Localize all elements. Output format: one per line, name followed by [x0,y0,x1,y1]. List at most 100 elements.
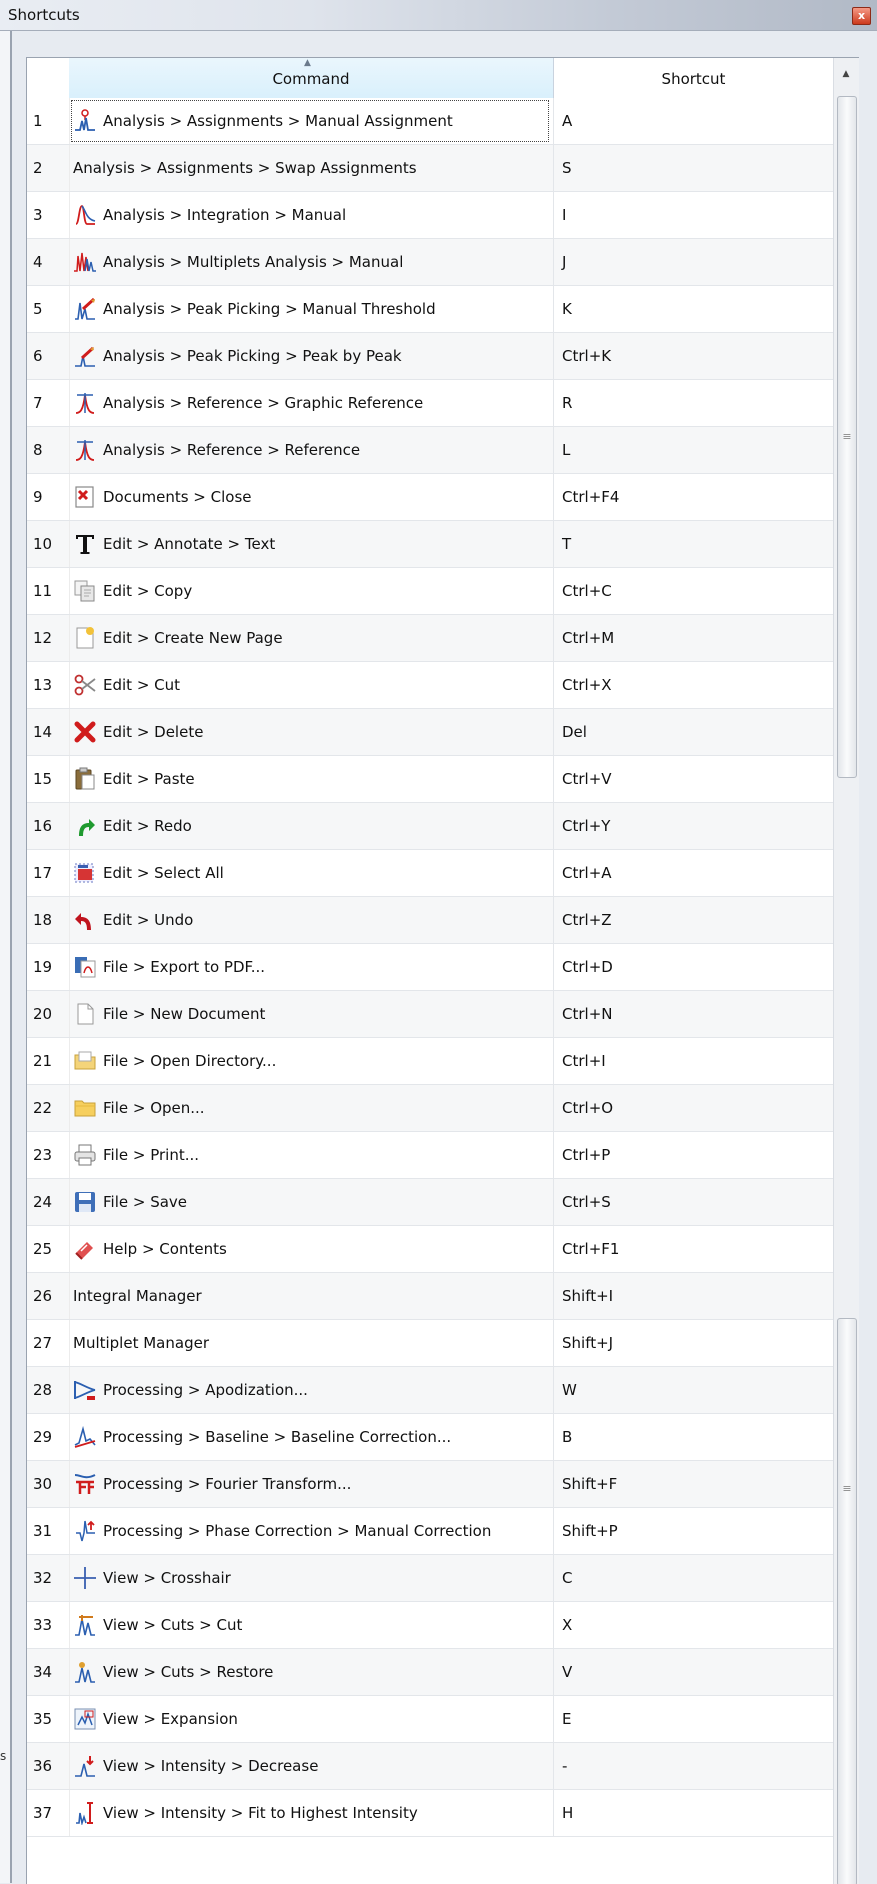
command-cell[interactable]: Processing > Baseline > Baseline Correct… [69,1414,554,1460]
command-cell[interactable]: Edit > Paste [69,756,554,802]
table-row[interactable]: 3 Analysis > Integration > Manual I [27,192,833,239]
command-cell[interactable]: Edit > Copy [69,568,554,614]
command-cell[interactable]: View > Expansion [69,1696,554,1742]
shortcut-cell[interactable]: Ctrl+X [554,662,833,708]
shortcut-cell[interactable]: Ctrl+S [554,1179,833,1225]
shortcut-cell[interactable]: Shift+P [554,1508,833,1554]
shortcut-cell[interactable]: L [554,427,833,473]
table-row[interactable]: 24 File > Save Ctrl+S [27,1179,833,1226]
shortcut-cell[interactable]: H [554,1790,833,1836]
command-column-header[interactable]: ▲ Command [69,58,554,98]
shortcut-cell[interactable]: - [554,1743,833,1789]
table-row[interactable]: 7 Analysis > Reference > Graphic Referenc… [27,380,833,427]
shortcut-cell[interactable]: I [554,192,833,238]
command-cell[interactable]: File > Export to PDF... [69,944,554,990]
table-row[interactable]: 12 Edit > Create New Page Ctrl+M [27,615,833,662]
command-cell[interactable]: Edit > Annotate > Text [69,521,554,567]
command-cell[interactable]: Edit > Cut [69,662,554,708]
shortcut-cell[interactable]: Ctrl+C [554,568,833,614]
shortcut-cell[interactable]: E [554,1696,833,1742]
table-row[interactable]: 18 Edit > Undo Ctrl+Z [27,897,833,944]
command-cell[interactable]: View > Cuts > Restore [69,1649,554,1695]
command-cell[interactable]: Analysis > Assignments > Manual Assignme… [69,98,554,144]
command-cell[interactable]: Edit > Delete [69,709,554,755]
command-cell[interactable]: View > Cuts > Cut [69,1602,554,1648]
shortcut-cell[interactable]: R [554,380,833,426]
table-row[interactable]: 21 File > Open Directory... Ctrl+I [27,1038,833,1085]
table-row[interactable]: 22 File > Open... Ctrl+O [27,1085,833,1132]
command-cell[interactable]: Integral Manager [69,1273,554,1319]
table-row[interactable]: 37 View > Intensity > Fit to Highest Inte… [27,1790,833,1837]
table-row[interactable]: 14 Edit > Delete Del [27,709,833,756]
command-cell[interactable]: Analysis > Assignments > Swap Assignment… [69,145,554,191]
command-cell[interactable]: Analysis > Integration > Manual [69,192,554,238]
row-number-header[interactable] [27,58,70,98]
shortcut-cell[interactable]: Ctrl+O [554,1085,833,1131]
table-row[interactable]: 31 Processing > Phase Correction > Manual… [27,1508,833,1555]
shortcut-cell[interactable]: V [554,1649,833,1695]
command-cell[interactable]: File > Open... [69,1085,554,1131]
table-row[interactable]: 36 View > Intensity > Decrease - [27,1743,833,1790]
shortcut-cell[interactable]: Ctrl+Y [554,803,833,849]
command-cell[interactable]: Processing > Phase Correction > Manual C… [69,1508,554,1554]
scroll-up-arrow-icon[interactable]: ▲ [838,66,854,82]
table-row[interactable]: 30 Processing > Fourier Transform... Shift… [27,1461,833,1508]
table-row[interactable]: 16 Edit > Redo Ctrl+Y [27,803,833,850]
shortcut-cell[interactable]: Ctrl+I [554,1038,833,1084]
scrollbar-thumb[interactable]: ≡ [837,96,857,778]
table-row[interactable]: 26 Integral Manager Shift+I [27,1273,833,1320]
table-row[interactable]: 33 View > Cuts > Cut X [27,1602,833,1649]
command-cell[interactable]: Documents > Close [69,474,554,520]
shortcut-cell[interactable]: Ctrl+A [554,850,833,896]
shortcut-cell[interactable]: Shift+F [554,1461,833,1507]
command-cell[interactable]: File > New Document [69,991,554,1037]
shortcut-cell[interactable]: J [554,239,833,285]
command-cell[interactable]: Edit > Select All [69,850,554,896]
command-cell[interactable]: View > Crosshair [69,1555,554,1601]
vertical-scrollbar[interactable]: ▲ ≡ ≡ [833,58,859,1884]
close-button[interactable]: x [852,7,871,25]
command-cell[interactable]: Multiplet Manager [69,1320,554,1366]
shortcut-cell[interactable]: Ctrl+Z [554,897,833,943]
table-row[interactable]: 9 Documents > Close Ctrl+F4 [27,474,833,521]
shortcut-column-header[interactable]: Shortcut [554,58,834,98]
command-cell[interactable]: Edit > Undo [69,897,554,943]
table-row[interactable]: 1 Analysis > Assignments > Manual Assignm… [27,98,833,145]
command-cell[interactable]: Analysis > Reference > Reference [69,427,554,473]
table-row[interactable]: 20 File > New Document Ctrl+N [27,991,833,1038]
table-row[interactable]: 25 Help > Contents Ctrl+F1 [27,1226,833,1273]
table-row[interactable]: 8 Analysis > Reference > Reference L [27,427,833,474]
table-row[interactable]: 23 File > Print... Ctrl+P [27,1132,833,1179]
shortcut-cell[interactable]: S [554,145,833,191]
shortcut-cell[interactable]: W [554,1367,833,1413]
shortcut-cell[interactable]: Ctrl+M [554,615,833,661]
shortcut-cell[interactable]: Ctrl+N [554,991,833,1037]
table-row[interactable]: 29 Processing > Baseline > Baseline Corre… [27,1414,833,1461]
table-row[interactable]: 17 Edit > Select All Ctrl+A [27,850,833,897]
shortcut-cell[interactable]: Ctrl+F1 [554,1226,833,1272]
command-cell[interactable]: Analysis > Peak Picking > Peak by Peak [69,333,554,379]
shortcut-cell[interactable]: Ctrl+V [554,756,833,802]
shortcut-cell[interactable]: A [554,98,833,144]
table-row[interactable]: 28 Processing > Apodization... W [27,1367,833,1414]
table-row[interactable]: 35 View > Expansion E [27,1696,833,1743]
table-row[interactable]: 15 Edit > Paste Ctrl+V [27,756,833,803]
command-cell[interactable]: Processing > Fourier Transform... [69,1461,554,1507]
shortcut-cell[interactable]: C [554,1555,833,1601]
table-row[interactable]: 32 View > Crosshair C [27,1555,833,1602]
shortcut-cell[interactable]: Ctrl+P [554,1132,833,1178]
command-cell[interactable]: File > Open Directory... [69,1038,554,1084]
table-row[interactable]: 10 Edit > Annotate > Text T [27,521,833,568]
table-row[interactable]: 19 File > Export to PDF... Ctrl+D [27,944,833,991]
command-cell[interactable]: Processing > Apodization... [69,1367,554,1413]
table-row[interactable]: 6 Analysis > Peak Picking > Peak by Peak C… [27,333,833,380]
shortcut-cell[interactable]: Shift+I [554,1273,833,1319]
command-cell[interactable]: View > Intensity > Decrease [69,1743,554,1789]
table-row[interactable]: 13 Edit > Cut Ctrl+X [27,662,833,709]
table-row[interactable]: 5 Analysis > Peak Picking > Manual Thresh… [27,286,833,333]
table-row[interactable]: 4 Analysis > Multiplets Analysis > Manual… [27,239,833,286]
command-cell[interactable]: Analysis > Peak Picking > Manual Thresho… [69,286,554,332]
command-cell[interactable]: Edit > Redo [69,803,554,849]
table-row[interactable]: 2 Analysis > Assignments > Swap Assignmen… [27,145,833,192]
shortcut-cell[interactable]: Ctrl+D [554,944,833,990]
